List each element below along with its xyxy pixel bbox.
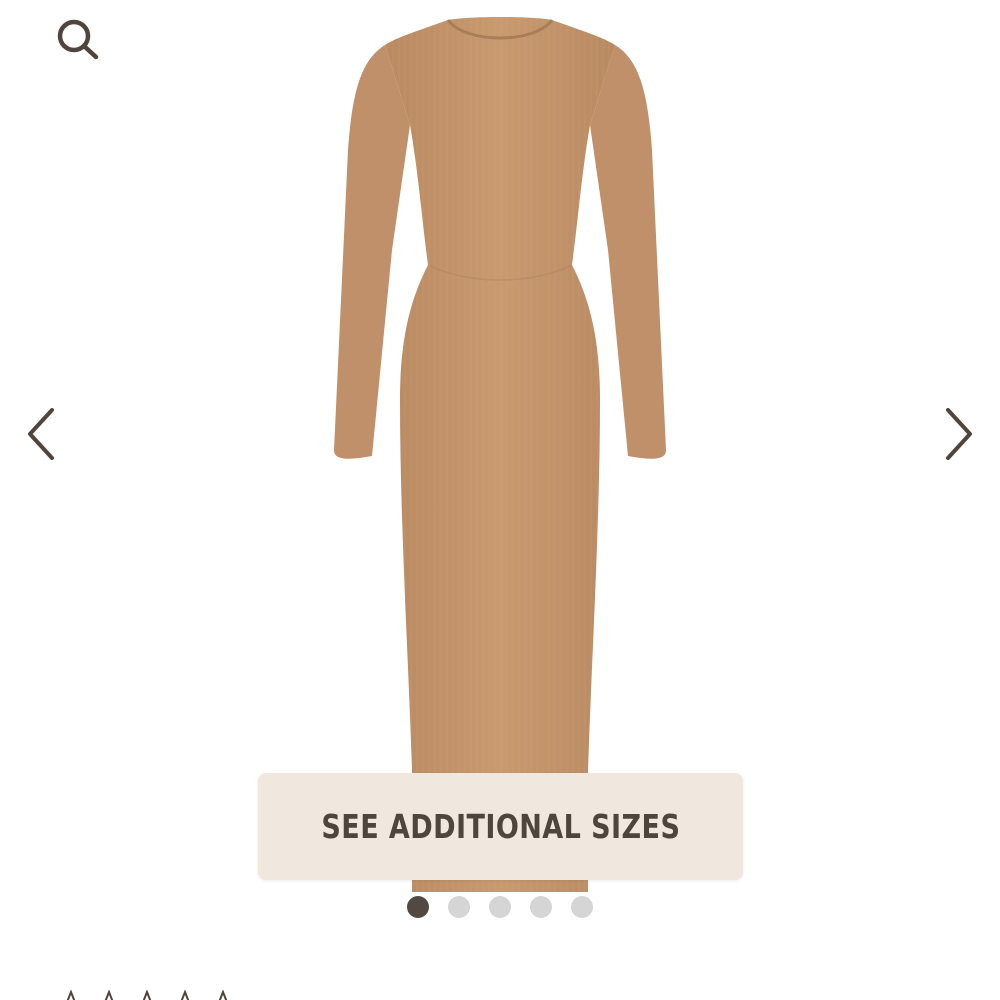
carousel-dot-1[interactable] (407, 896, 429, 918)
star-outline-icon (218, 990, 228, 1000)
carousel-pagination (407, 896, 593, 918)
carousel-dot-5[interactable] (571, 896, 593, 918)
carousel-dot-2[interactable] (448, 896, 470, 918)
see-additional-sizes-label: SEE ADDITIONAL SIZES (321, 807, 680, 846)
carousel-dot-4[interactable] (530, 896, 552, 918)
star-outline-icon (180, 990, 190, 1000)
search-button[interactable] (52, 12, 104, 64)
search-icon (57, 19, 99, 60)
chevron-right-icon (946, 408, 972, 460)
product-rating[interactable] (56, 990, 238, 1000)
product-page: SEE ADDITIONAL SIZES (0, 0, 1000, 1000)
star-outline-icon (142, 990, 152, 1000)
carousel-next-button[interactable] (938, 402, 978, 466)
carousel-dot-3[interactable] (489, 896, 511, 918)
chevron-left-icon (28, 408, 54, 460)
product-image[interactable] (300, 0, 700, 900)
see-additional-sizes-button[interactable]: SEE ADDITIONAL SIZES (258, 773, 743, 880)
star-outline-icon (66, 990, 76, 1000)
carousel-prev-button[interactable] (22, 402, 62, 466)
star-outline-icon (104, 990, 114, 1000)
